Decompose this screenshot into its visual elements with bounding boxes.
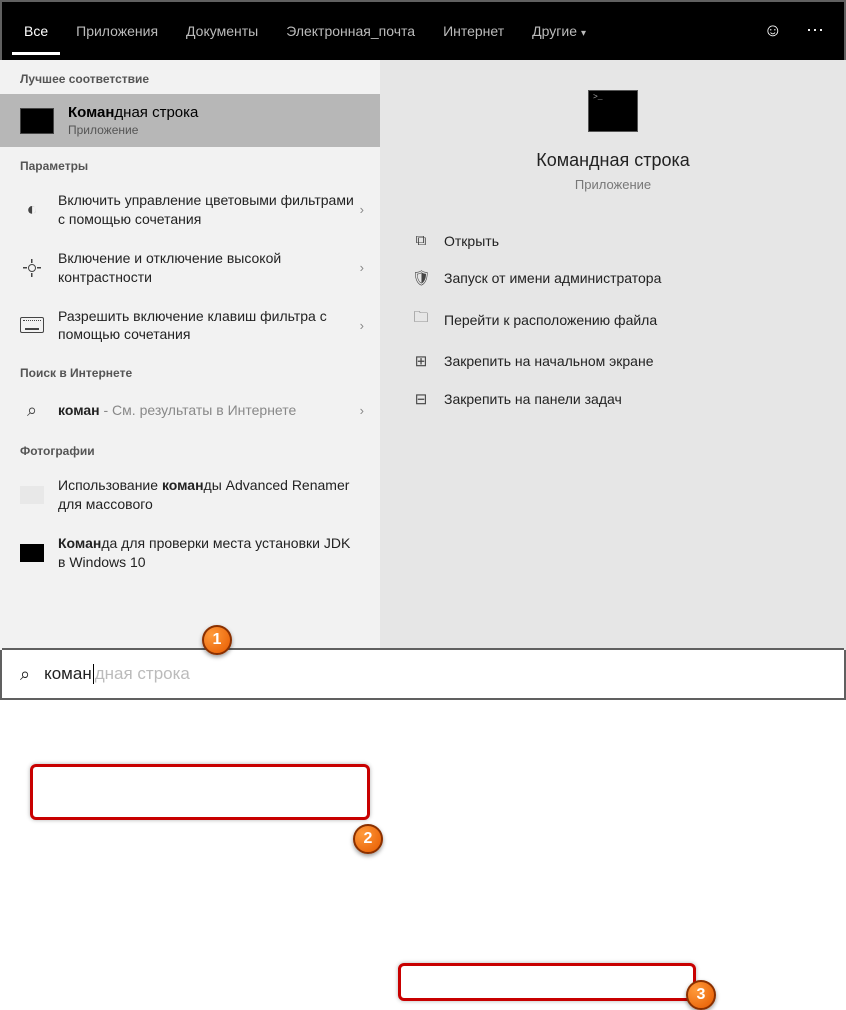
settings-item[interactable]: Включение и отключение высокой контрастн… [0,239,380,297]
folder-icon: 🗀 [412,307,430,332]
keyboard-icon [20,313,44,337]
contrast-icon [20,256,44,280]
preview-panel: Командная строка Приложение ⧉ Открыть 🛡 … [380,60,846,650]
web-search-item[interactable]: ⌕ коман - См. результаты в Интернете › [0,388,380,432]
callout-3-box [398,963,696,1001]
photo-item[interactable]: Команда для проверки места установки JDK… [0,524,380,582]
thumbnail-icon [20,483,44,507]
results-panel: Лучшее соответствие Командная строка При… [0,60,380,650]
pin-start-icon: ⊞ [412,352,430,370]
action-open[interactable]: ⧉ Открыть [404,222,822,259]
section-best-match: Лучшее соответствие [0,60,380,94]
preview-subtitle: Приложение [404,177,822,192]
action-pin-start[interactable]: ⊞ Закрепить на начальном экране [404,342,822,380]
section-photos: Фотографии [0,432,380,466]
callout-3: 3 [686,980,716,1010]
search-bar[interactable]: ⌕ командная строка [2,648,844,698]
chevron-right-icon: › [360,202,364,217]
thumbnail-icon [20,541,44,565]
cmd-icon [20,108,54,134]
section-web: Поиск в Интернете [0,354,380,388]
best-match-item[interactable]: Командная строка Приложение [0,94,380,147]
best-match-title: Командная строка [68,104,198,121]
chevron-right-icon: › [360,260,364,275]
chevron-right-icon: › [360,403,364,418]
search-icon: ⌕ [20,398,44,422]
section-settings: Параметры [0,147,380,181]
open-icon: ⧉ [412,232,430,249]
callout-2-box [30,764,370,820]
search-input[interactable]: командная строка [44,664,190,685]
action-run-as-admin[interactable]: 🛡 Запуск от имени администратора [404,259,822,297]
shield-icon: 🛡 [412,269,430,287]
action-open-location[interactable]: 🗀 Перейти к расположению файла [404,297,822,342]
callout-2: 2 [353,824,383,854]
photo-item[interactable]: Использование команды Advanced Renamer д… [0,466,380,524]
palette-icon: ◐ [20,198,44,222]
chevron-right-icon: › [360,318,364,333]
best-match-subtitle: Приложение [68,123,198,137]
pin-taskbar-icon: ⊟ [412,390,430,408]
settings-item[interactable]: Разрешить включение клавиш фильтра с пом… [0,297,380,355]
app-large-icon [588,90,638,132]
action-pin-taskbar[interactable]: ⊟ Закрепить на панели задач [404,380,822,418]
search-icon: ⌕ [20,664,30,685]
preview-title: Командная строка [404,150,822,171]
settings-item[interactable]: ◐ Включить управление цветовыми фильтрам… [0,181,380,239]
